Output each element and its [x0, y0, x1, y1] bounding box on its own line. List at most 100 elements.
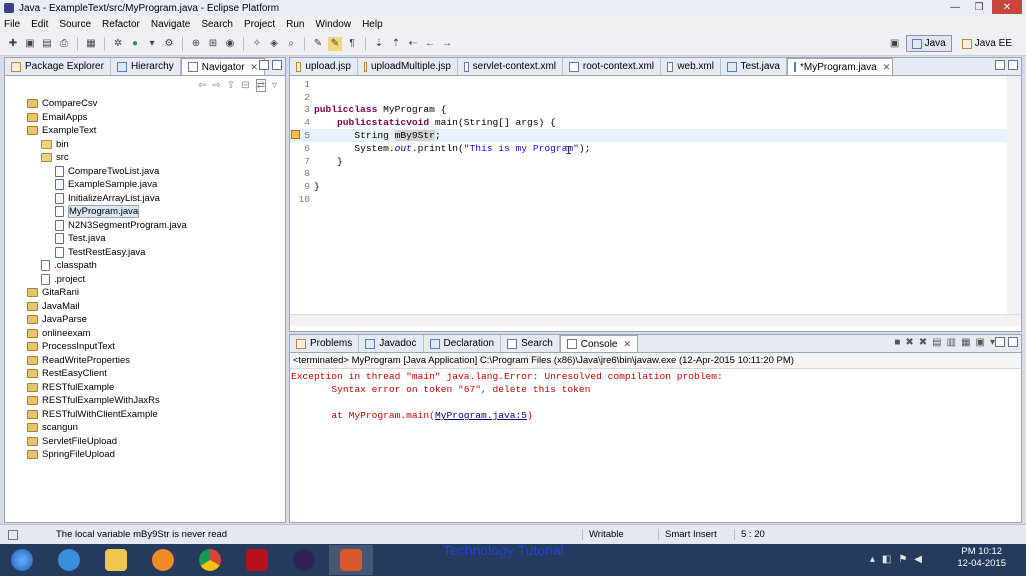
taskbar-acrobat[interactable]	[235, 545, 279, 575]
display-console-icon[interactable]: ▣	[976, 337, 985, 348]
last-edit-icon[interactable]: ⇠	[406, 37, 420, 51]
editor-tab[interactable]: upload.jsp	[290, 58, 358, 75]
tree-item[interactable]: CompareCsv	[5, 97, 285, 111]
tree-item[interactable]: ProcessInputText	[5, 340, 285, 354]
tree-item[interactable]: N2N3SegmentProgram.java	[5, 219, 285, 233]
menu-refactor[interactable]: Refactor	[102, 19, 140, 30]
taskbar-explorer[interactable]	[94, 545, 138, 575]
search-icon[interactable]: ⌕	[284, 37, 298, 51]
taskbar-recorder[interactable]	[329, 545, 373, 575]
taskbar-ie[interactable]	[47, 545, 91, 575]
tree-item[interactable]: src	[5, 151, 285, 165]
taskbar-eclipse[interactable]	[282, 545, 326, 575]
forward-nav-icon[interactable]: ⇨	[212, 80, 220, 91]
taskbar-media[interactable]	[141, 545, 185, 575]
close-button[interactable]: ✕	[992, 0, 1022, 14]
tab-javadoc[interactable]: Javadoc	[359, 335, 424, 352]
up-nav-icon[interactable]: ⇧	[227, 80, 235, 91]
menu-run[interactable]: Run	[286, 19, 304, 30]
tree-item[interactable]: .classpath	[5, 259, 285, 273]
open-task-icon[interactable]: ◈	[267, 37, 281, 51]
link-editor-icon[interactable]: ⇄	[255, 78, 266, 92]
tree-item[interactable]: RESTfulExample	[5, 381, 285, 395]
editor-tab[interactable]: *MyProgram.java ✕	[787, 58, 893, 75]
back-nav-icon[interactable]: ⇦	[198, 80, 206, 91]
scroll-lock-icon[interactable]: ▥	[947, 337, 956, 348]
tray-flag-icon[interactable]: ⚑	[898, 554, 907, 565]
editor-tab[interactable]: Test.java	[721, 58, 787, 75]
tab-problems[interactable]: Problems	[290, 335, 360, 352]
open-perspective-icon[interactable]: ▣	[888, 37, 902, 51]
back-icon[interactable]: ←	[423, 37, 437, 51]
tab-declaration[interactable]: Declaration	[424, 335, 502, 352]
print-icon[interactable]: ⎙	[57, 37, 71, 51]
menu-navigate[interactable]: Navigate	[151, 19, 190, 30]
close-tab-icon[interactable]: ✕	[251, 62, 259, 73]
tab-search[interactable]: Search	[501, 335, 560, 352]
tray-volume-icon[interactable]: ◀	[914, 554, 922, 565]
new-icon[interactable]: ✚	[6, 37, 20, 51]
menu-source[interactable]: Source	[59, 19, 91, 30]
minimize-button[interactable]: —	[944, 0, 966, 14]
menu-window[interactable]: Window	[315, 19, 351, 30]
tree-item[interactable]: MyProgram.java	[5, 205, 285, 219]
new-java-project-icon[interactable]: ⊕	[189, 37, 203, 51]
tree-item[interactable]: Test.java	[5, 232, 285, 246]
run-icon[interactable]: ●	[128, 37, 142, 51]
menu-help[interactable]: Help	[362, 19, 383, 30]
tree-item[interactable]: ReadWriteProperties	[5, 354, 285, 368]
debug-icon[interactable]: ✲	[111, 37, 125, 51]
console-output[interactable]: Exception in thread "main" java.lang.Err…	[290, 369, 1021, 422]
java-perspective-button[interactable]: Java	[905, 35, 952, 52]
toggle-mark-occurrences-icon[interactable]: ✎	[311, 37, 325, 51]
editor-tab[interactable]: servlet-context.xml	[458, 58, 563, 75]
maximize-view-button[interactable]	[272, 60, 282, 70]
open-type-icon[interactable]: ✧	[250, 37, 264, 51]
tab-package-explorer[interactable]: Package Explorer	[5, 58, 111, 75]
tray-network-icon[interactable]: ◧	[882, 554, 891, 565]
menu-search[interactable]: Search	[201, 19, 233, 30]
tab-hierarchy[interactable]: Hierarchy	[111, 58, 181, 75]
forward-icon[interactable]: →	[440, 37, 454, 51]
tree-item[interactable]: JavaParse	[5, 313, 285, 327]
view-menu-icon[interactable]: ▿	[272, 80, 277, 91]
stacktrace-link[interactable]: MyProgram.java:5	[435, 410, 527, 421]
console-icon[interactable]: ▦	[84, 37, 98, 51]
tree-item[interactable]: onlineexam	[5, 327, 285, 341]
editor-tab[interactable]: root-context.xml	[563, 58, 661, 75]
tree-item[interactable]: TestRestEasy.java	[5, 246, 285, 260]
editor-tab[interactable]: web.xml	[661, 58, 721, 75]
maximize-button[interactable]: ❐	[968, 0, 990, 14]
javaee-perspective-button[interactable]: Java EE	[956, 35, 1018, 52]
tree-item[interactable]: bin	[5, 138, 285, 152]
taskbar-clock[interactable]: PM 10:12 12-04-2015	[957, 546, 1006, 570]
tree-item[interactable]: .project	[5, 273, 285, 287]
tree-item[interactable]: InitializeArrayList.java	[5, 192, 285, 206]
next-annotation-icon[interactable]: ⇣	[372, 37, 386, 51]
tree-item[interactable]: GitaRani	[5, 286, 285, 300]
remove-all-icon[interactable]: ✖	[919, 337, 927, 348]
save-icon[interactable]: ▣	[23, 37, 37, 51]
collapse-all-icon[interactable]: ⊟	[241, 80, 249, 91]
tree-item[interactable]: ExampleSample.java	[5, 178, 285, 192]
close-tab-icon[interactable]: ✕	[623, 339, 631, 350]
toggle-highlight-icon[interactable]: ✎	[328, 36, 342, 51]
tree-item[interactable]: CompareTwoList.java	[5, 165, 285, 179]
tree-item[interactable]: RestEasyClient	[5, 367, 285, 381]
editor-tab[interactable]: uploadMultiple.jsp	[358, 58, 458, 75]
tree-item[interactable]: RESTfulWithClientExample	[5, 408, 285, 422]
show-whitespace-icon[interactable]: ¶	[345, 37, 359, 51]
clear-console-icon[interactable]: ▤	[932, 337, 941, 348]
tree-item[interactable]: ExampleText	[5, 124, 285, 138]
terminate-icon[interactable]: ■	[894, 337, 900, 348]
save-all-icon[interactable]: ▤	[40, 37, 54, 51]
start-button[interactable]	[0, 545, 44, 575]
horizontal-scrollbar[interactable]	[290, 314, 1021, 326]
close-tab-icon[interactable]: ✕	[883, 62, 891, 73]
remove-launch-icon[interactable]: ✖	[905, 337, 913, 348]
tray-arrow-icon[interactable]: ▴	[870, 554, 875, 565]
previous-annotation-icon[interactable]: ⇡	[389, 37, 403, 51]
new-package-icon[interactable]: ⊞	[206, 37, 220, 51]
tab-console[interactable]: Console ✕	[559, 335, 639, 352]
new-class-icon[interactable]: ◉	[223, 37, 237, 51]
